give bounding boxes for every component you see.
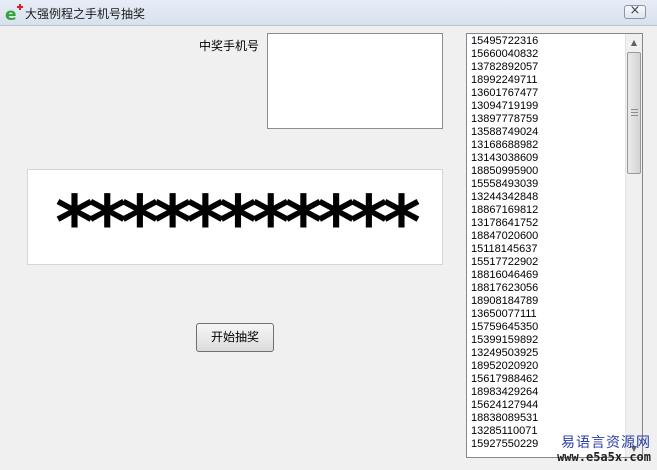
close-icon: ×: [629, 3, 641, 18]
watermark-title: 易语言资源网: [561, 435, 651, 451]
list-item[interactable]: 18816046469: [471, 269, 538, 282]
list-item[interactable]: 13094719199: [471, 100, 538, 113]
list-item[interactable]: 18817623056: [471, 282, 538, 295]
grip-line: [631, 109, 638, 110]
list-item[interactable]: 13168688982: [471, 139, 538, 152]
list-item[interactable]: 15927550229: [471, 438, 538, 451]
start-draw-button[interactable]: 开始抽奖: [196, 323, 274, 352]
draw-display-panel: ***********: [27, 169, 443, 265]
winner-number-box[interactable]: [267, 33, 443, 129]
list-item[interactable]: 15624127944: [471, 399, 538, 412]
list-item[interactable]: 15660040832: [471, 48, 538, 61]
list-item[interactable]: 18838089531: [471, 412, 538, 425]
list-item[interactable]: 18992249711: [471, 74, 538, 87]
list-item[interactable]: 15759645350: [471, 321, 538, 334]
list-item[interactable]: 18847020600: [471, 230, 538, 243]
grip-line: [631, 112, 638, 113]
watermark-url: www.e5a5x.com: [557, 450, 651, 464]
list-item[interactable]: 18867169812: [471, 204, 538, 217]
list-item[interactable]: 13178641752: [471, 217, 538, 230]
list-item[interactable]: 13285110071: [471, 425, 538, 438]
list-item[interactable]: 13782892057: [471, 61, 538, 74]
list-item[interactable]: 15495722316: [471, 35, 538, 48]
window-title: 大强例程之手机号抽奖: [25, 7, 146, 21]
winner-label: 中奖手机号: [199, 39, 260, 53]
svg-text:e: e: [5, 5, 17, 23]
list-item[interactable]: 13897778759: [471, 113, 538, 126]
app-icon: e: [5, 4, 23, 23]
list-item[interactable]: 18908184789: [471, 295, 538, 308]
list-item[interactable]: 13588749024: [471, 126, 538, 139]
phone-number-list[interactable]: 15495722316 15660040832 13782892057 1899224…: [466, 33, 643, 458]
grip-line: [631, 115, 638, 116]
list-item[interactable]: 13601767477: [471, 87, 538, 100]
site-watermark: 易语言资源网 www.e5a5x.com: [540, 431, 655, 467]
list-scrollbar[interactable]: ▲ ▼: [625, 34, 642, 457]
list-item[interactable]: 15558493039: [471, 178, 538, 191]
list-item[interactable]: 13650077111: [471, 308, 538, 321]
list-item[interactable]: 18850995900: [471, 165, 538, 178]
list-item[interactable]: 18952020920: [471, 360, 538, 373]
list-item[interactable]: 15399159892: [471, 334, 538, 347]
list-item[interactable]: 18983429264: [471, 386, 538, 399]
list-item[interactable]: 15617988462: [471, 373, 538, 386]
list-item[interactable]: 13143038609: [471, 152, 538, 165]
scroll-up-icon[interactable]: ▲: [626, 34, 642, 51]
close-button[interactable]: ×: [624, 3, 646, 19]
title-bar: e 大强例程之手机号抽奖 ×: [0, 0, 657, 26]
list-item[interactable]: 13249503925: [471, 347, 538, 360]
phone-number-items: 15495722316 15660040832 13782892057 1899224…: [471, 35, 538, 451]
scroll-thumb[interactable]: [627, 52, 641, 174]
list-item[interactable]: 15118145637: [471, 243, 538, 256]
list-item[interactable]: 15517722902: [471, 256, 538, 269]
list-item[interactable]: 13244342848: [471, 191, 538, 204]
draw-display-text: ***********: [55, 186, 421, 260]
